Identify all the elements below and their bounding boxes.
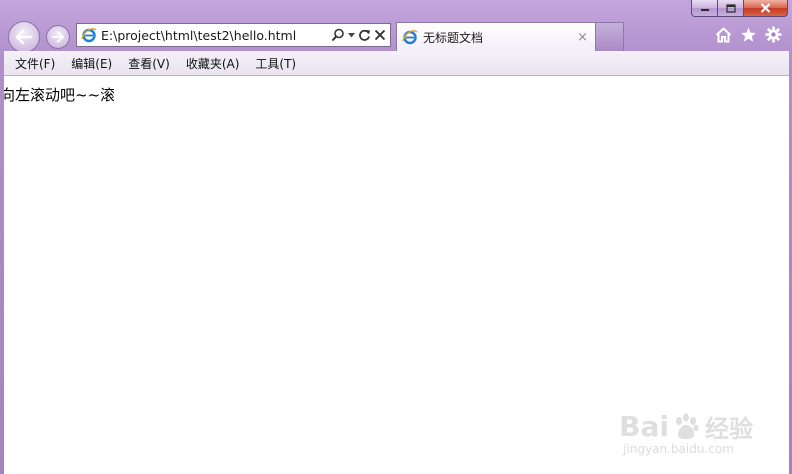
tab-title: 无标题文档	[423, 30, 484, 45]
watermark-logo: Bai 经验	[619, 409, 753, 444]
new-tab-button[interactable]	[596, 22, 624, 51]
menu-file[interactable]: 文件(F)	[10, 55, 60, 72]
tab-active[interactable]: 无标题文档 ×	[396, 22, 596, 51]
chevron-down-icon	[348, 32, 355, 37]
minimize-icon	[700, 9, 709, 11]
browser-window: E:\project\html\test2\hello.html 无标题文档 ×…	[0, 0, 792, 474]
back-arrow-icon	[15, 29, 33, 45]
page-content: 向左滚动吧~~滚动吧 Bai 经验 jingyan.baidu.com	[4, 76, 789, 474]
home-button[interactable]	[715, 27, 732, 43]
command-icons	[715, 26, 782, 43]
tab-close-button[interactable]: ×	[577, 30, 588, 45]
maximize-icon	[725, 3, 736, 13]
ie-logo-icon	[81, 28, 97, 43]
search-dropdown[interactable]	[348, 32, 355, 38]
window-caption-buttons	[691, 0, 788, 18]
star-icon	[741, 27, 756, 42]
search-button[interactable]	[331, 28, 345, 42]
address-bar[interactable]: E:\project\html\test2\hello.html	[76, 23, 391, 47]
watermark-brand-suffix: 经验	[705, 415, 753, 443]
baidu-jingyan-watermark: Bai 经验 jingyan.baidu.com	[619, 409, 753, 456]
back-button[interactable]	[8, 21, 40, 53]
paw-icon	[671, 412, 701, 442]
forward-arrow-icon	[52, 31, 64, 43]
address-input[interactable]: E:\project\html\test2\hello.html	[101, 28, 331, 43]
ie-logo-icon	[402, 30, 418, 45]
watermark-brand: Bai	[619, 410, 669, 443]
menu-bar: 文件(F) 编辑(E) 查看(V) 收藏夹(A) 工具(T)	[4, 51, 789, 76]
navigation-bar: E:\project\html\test2\hello.html 无标题文档 ×	[0, 18, 792, 53]
address-tools	[331, 28, 386, 42]
close-icon	[760, 3, 771, 13]
forward-button[interactable]	[46, 25, 70, 49]
refresh-icon	[359, 29, 370, 41]
favorites-button[interactable]	[740, 27, 757, 43]
close-window-button[interactable]	[744, 0, 788, 17]
stop-icon	[374, 29, 386, 41]
menu-favorites[interactable]: 收藏夹(A)	[181, 55, 245, 72]
watermark-url: jingyan.baidu.com	[623, 442, 734, 456]
maximize-button[interactable]	[718, 0, 744, 17]
refresh-button[interactable]	[358, 29, 371, 42]
menu-view[interactable]: 查看(V)	[123, 55, 175, 72]
tools-button[interactable]	[765, 26, 782, 43]
menu-edit[interactable]: 编辑(E)	[66, 55, 117, 72]
marquee-text: 向左滚动吧~~滚动吧	[4, 86, 114, 104]
scrolling-marquee: 向左滚动吧~~滚动吧	[4, 84, 114, 105]
menu-tools[interactable]: 工具(T)	[250, 55, 301, 72]
home-icon	[715, 27, 732, 42]
stop-button[interactable]	[374, 29, 386, 41]
gear-icon	[765, 26, 782, 43]
search-icon	[331, 28, 344, 42]
minimize-button[interactable]	[691, 0, 718, 17]
